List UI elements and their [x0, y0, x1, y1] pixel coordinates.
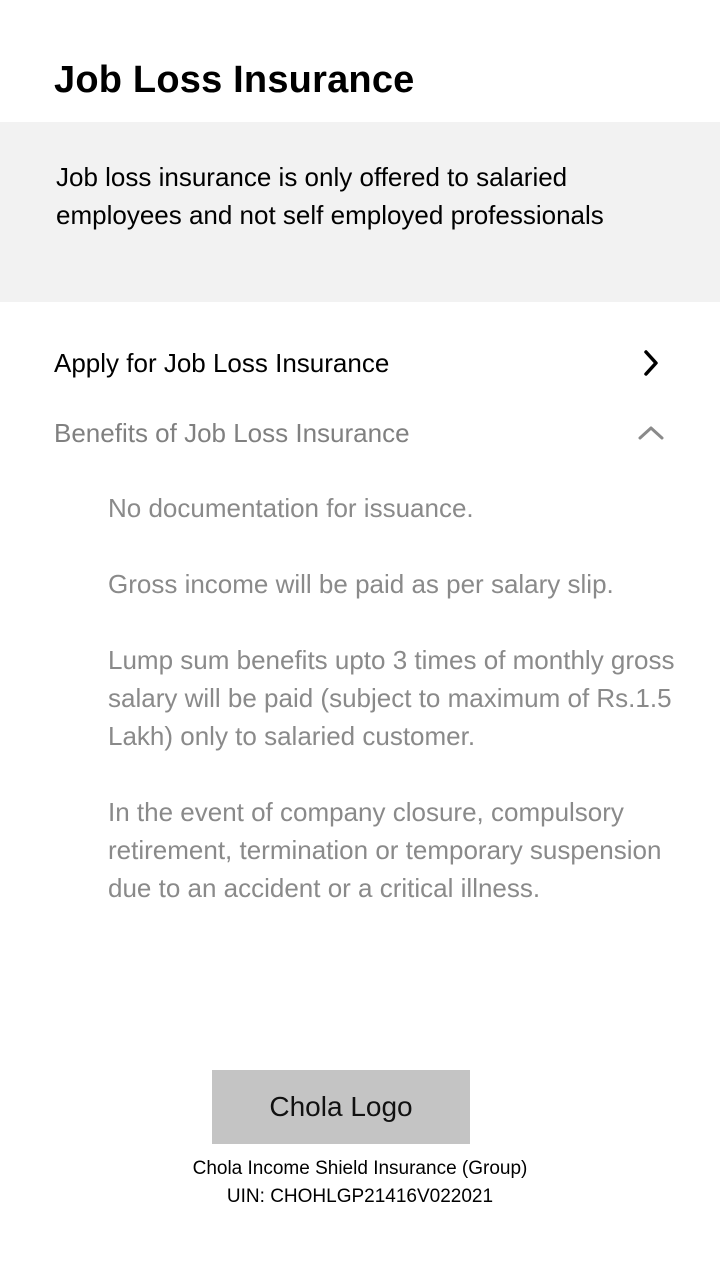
eligibility-notice-text: Job loss insurance is only offered to sa…	[56, 162, 604, 230]
chevron-up-icon	[636, 418, 666, 448]
benefits-list: No documentation for issuance. Gross inc…	[108, 489, 688, 945]
product-name: Chola Income Shield Insurance (Group)	[192, 1158, 528, 1179]
benefits-accordion-header[interactable]: Benefits of Job Loss Insurance	[54, 410, 666, 456]
product-uin: UIN: CHOHLGP21416V022021	[226, 1186, 494, 1207]
chola-logo-placeholder: Chola Logo	[212, 1070, 470, 1144]
apply-job-loss-insurance-row[interactable]: Apply for Job Loss Insurance	[54, 340, 666, 386]
chevron-right-icon	[636, 348, 666, 378]
benefits-accordion-label: Benefits of Job Loss Insurance	[54, 418, 410, 448]
benefit-item: No documentation for issuance.	[108, 493, 474, 523]
footer: Chola Income Shield Insurance (Group) UI…	[0, 1155, 720, 1211]
apply-job-loss-insurance-label: Apply for Job Loss Insurance	[54, 348, 390, 378]
benefit-item: Gross income will be paid as per salary …	[108, 569, 614, 599]
eligibility-notice: Job loss insurance is only offered to sa…	[0, 122, 720, 302]
page-title: Job Loss Insurance	[54, 59, 415, 101]
benefit-item: In the event of company closure, compuls…	[108, 797, 662, 903]
chola-logo-label: Chola Logo	[269, 1091, 413, 1122]
benefit-item: Lump sum benefits upto 3 times of monthl…	[108, 645, 675, 751]
